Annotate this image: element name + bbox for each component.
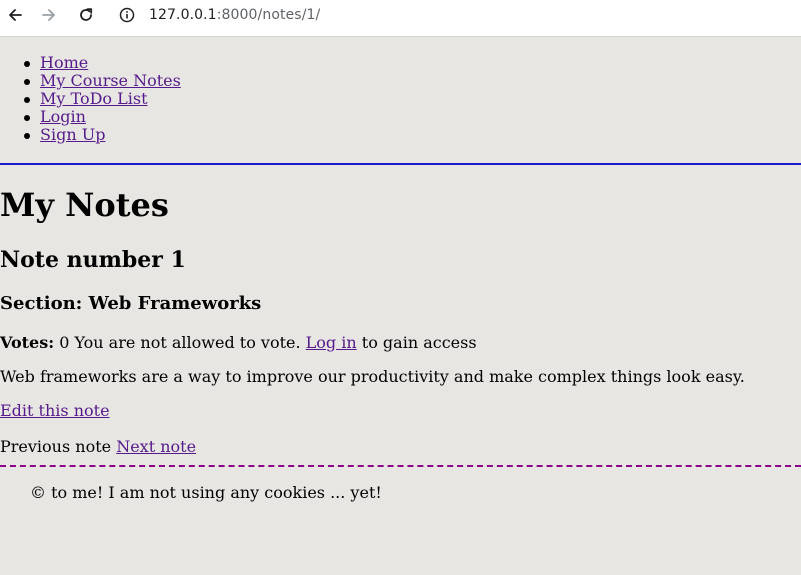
url-path: :8000/notes/1/ xyxy=(216,7,321,23)
url-host: 127.0.0.1 xyxy=(149,7,217,23)
header-divider xyxy=(0,163,801,165)
note-section: Section: Web Frameworks xyxy=(0,293,262,314)
edit-note-link[interactable]: Edit this note xyxy=(0,401,110,420)
nav-list: Home My Course Notes My ToDo List Login … xyxy=(0,54,181,144)
nav-link-todo-list[interactable]: My ToDo List xyxy=(40,89,148,108)
url-text[interactable]: 127.0.0.1:8000/notes/1/ xyxy=(149,7,320,23)
note-pager: Previous note Next note xyxy=(0,437,196,456)
browser-toolbar: 127.0.0.1:8000/notes/1/ xyxy=(0,0,801,37)
vote-message: You are not allowed to vote. xyxy=(74,333,301,352)
nav-item-todo-list: My ToDo List xyxy=(0,90,181,108)
forward-button[interactable] xyxy=(38,4,60,26)
note-description: Web frameworks are a way to improve our … xyxy=(0,367,745,386)
footer-text: © to me! I am not using any cookies ... … xyxy=(30,483,382,502)
nav-item-signup: Sign Up xyxy=(0,126,181,144)
previous-note-label: Previous note xyxy=(0,437,112,456)
nav-item-home: Home xyxy=(0,54,181,72)
note-title: Note number 1 xyxy=(0,247,186,273)
footer-divider xyxy=(0,465,801,467)
votes-line: Votes: 0 You are not allowed to vote. Lo… xyxy=(0,333,477,352)
nav-link-login[interactable]: Login xyxy=(40,107,86,126)
nav-item-course-notes: My Course Notes xyxy=(0,72,181,90)
address-bar[interactable]: 127.0.0.1:8000/notes/1/ xyxy=(113,1,801,29)
back-button[interactable] xyxy=(4,4,26,26)
edit-line: Edit this note xyxy=(0,401,110,420)
next-note-link[interactable]: Next note xyxy=(116,437,196,456)
reload-icon xyxy=(80,8,93,21)
login-link[interactable]: Log in xyxy=(306,333,357,352)
votes-count: 0 xyxy=(59,333,70,352)
back-arrow-icon xyxy=(9,9,22,21)
forward-arrow-icon xyxy=(42,9,55,21)
site-info-icon[interactable] xyxy=(117,5,137,25)
votes-label: Votes: xyxy=(0,333,55,352)
page-title: My Notes xyxy=(0,186,169,224)
nav-link-home[interactable]: Home xyxy=(40,53,88,72)
nav-link-signup[interactable]: Sign Up xyxy=(40,125,105,144)
nav-link-course-notes[interactable]: My Course Notes xyxy=(40,71,181,90)
nav-item-login: Login xyxy=(0,108,181,126)
login-suffix: to gain access xyxy=(361,333,477,352)
reload-button[interactable] xyxy=(75,4,97,26)
page-content: Home My Course Notes My ToDo List Login … xyxy=(0,38,801,575)
